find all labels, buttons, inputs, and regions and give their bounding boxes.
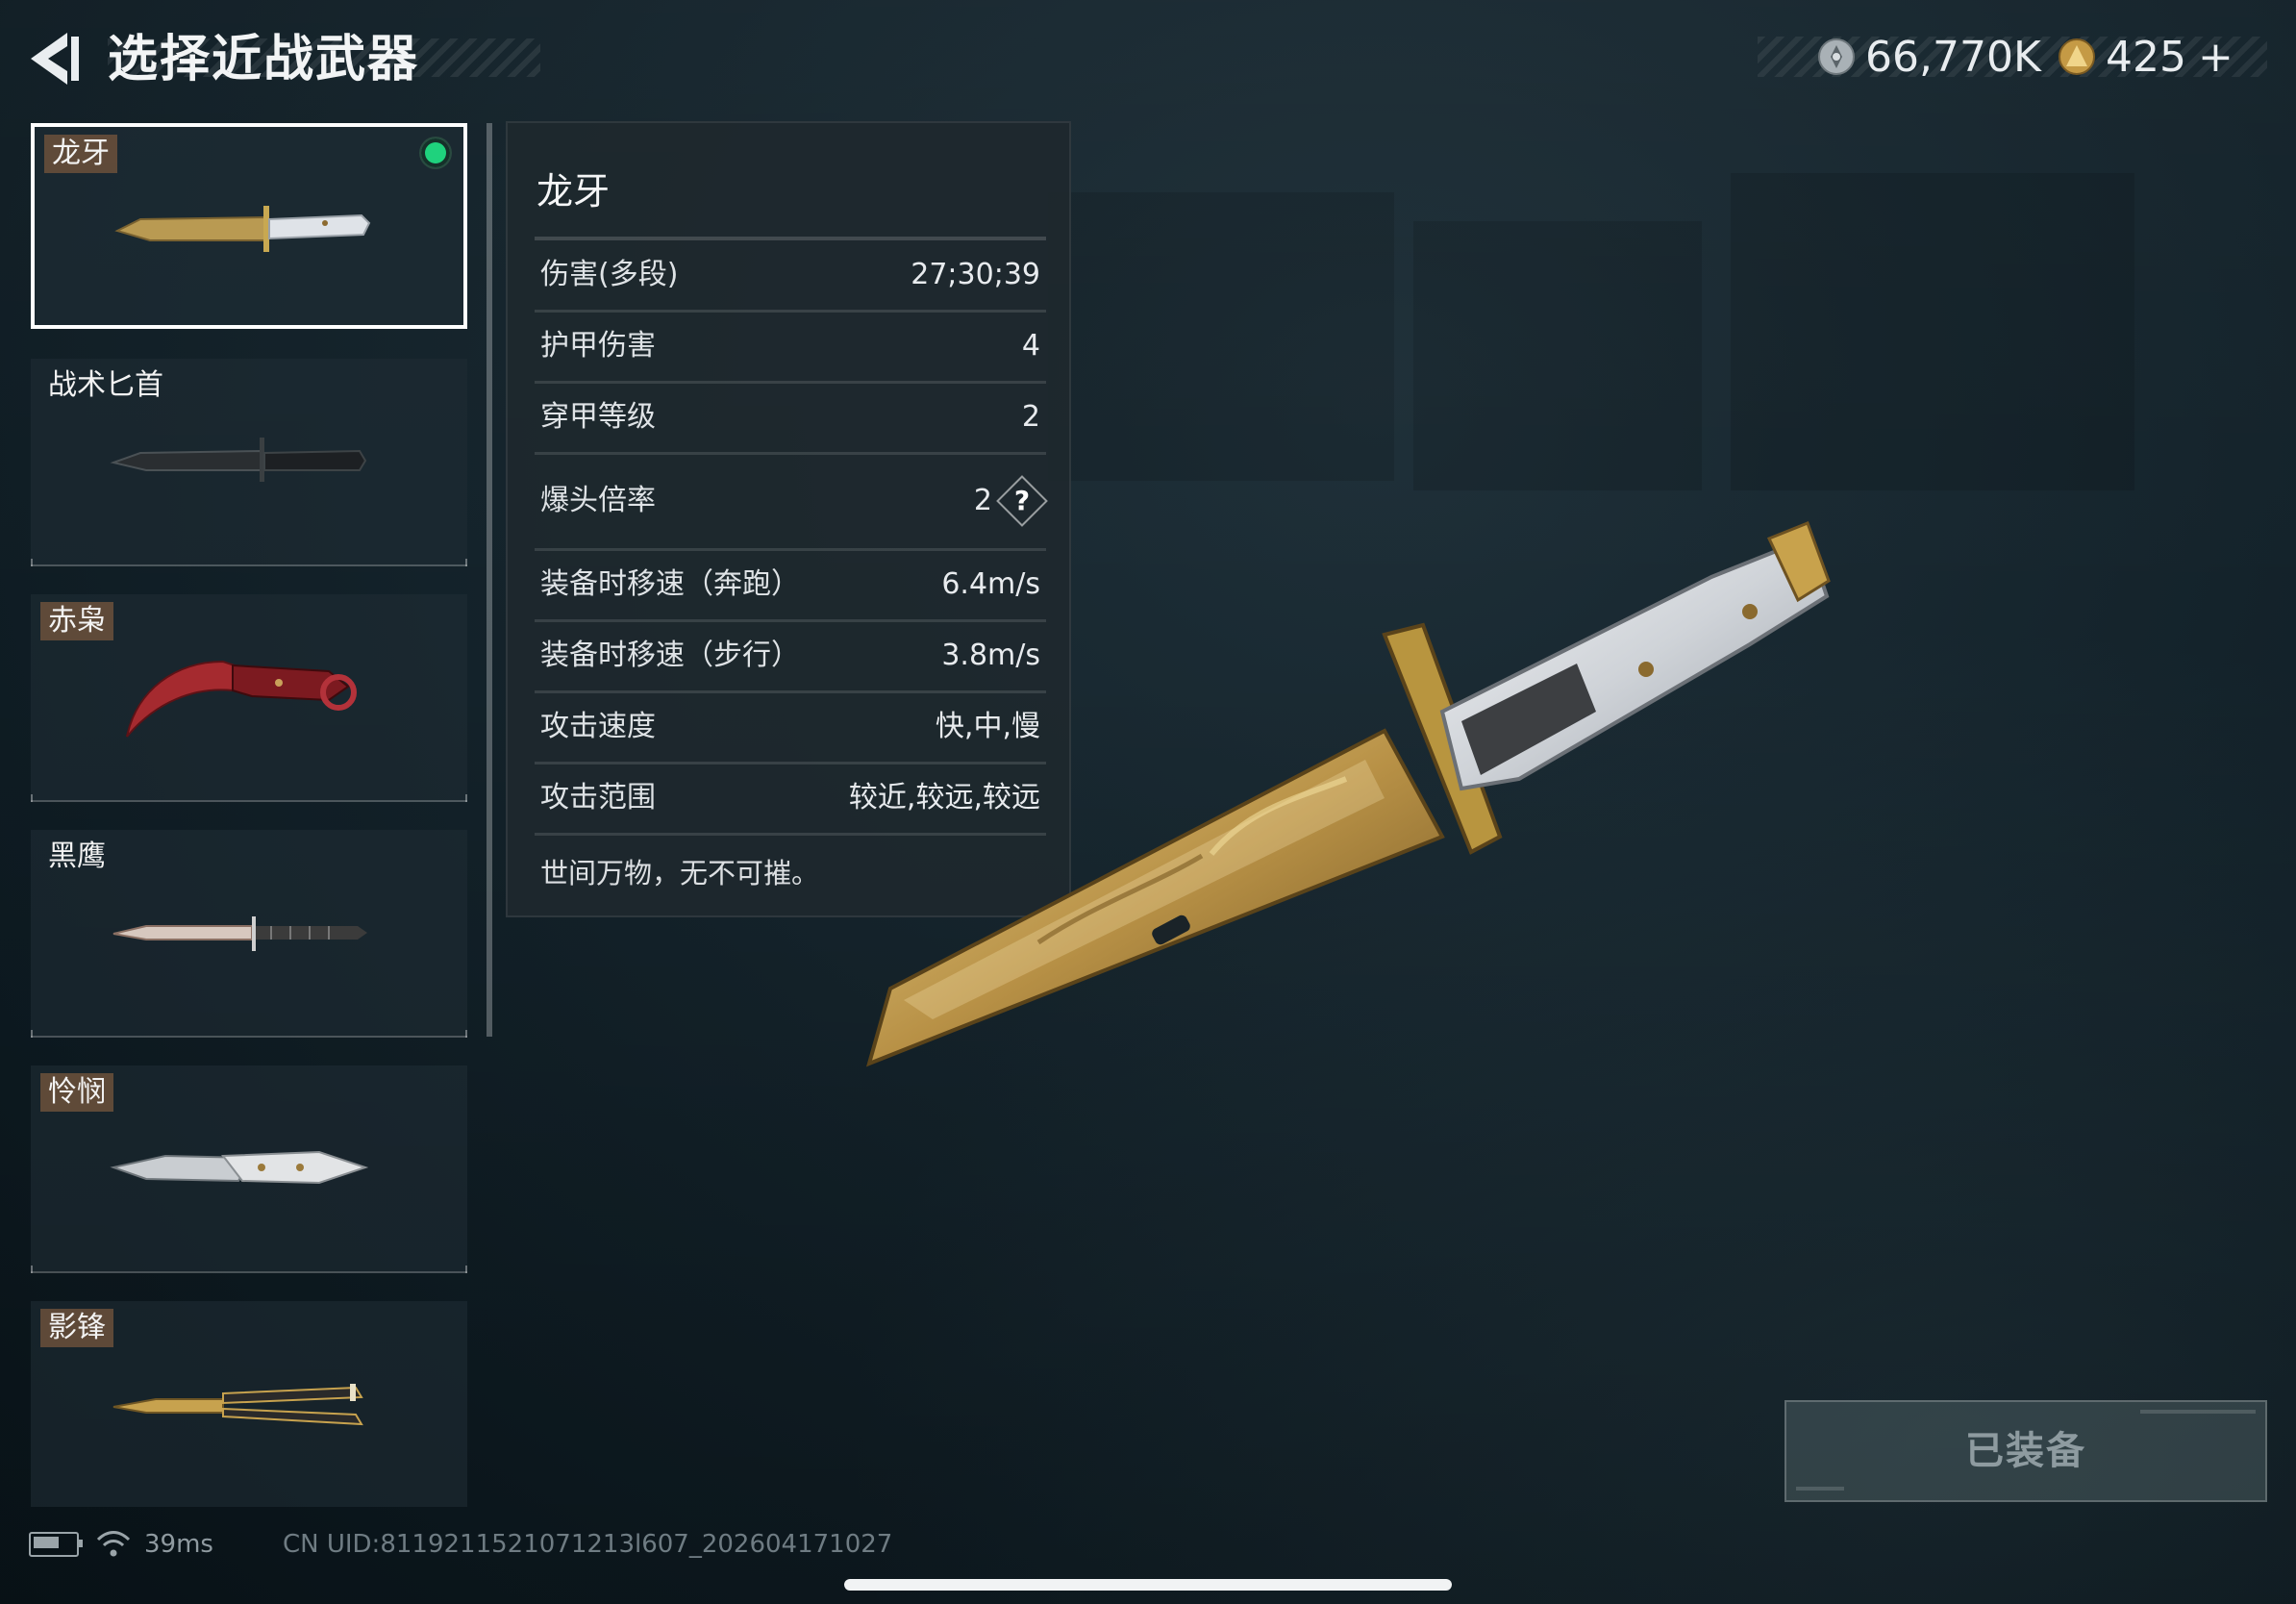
- weapon-card-black-hawk[interactable]: 黑鹰: [31, 830, 467, 1038]
- user-uid: CN UID:8119211521071213l607_202604171027: [282, 1530, 893, 1559]
- back-arrow-icon: [31, 33, 79, 85]
- weapon-card-dragon-fang[interactable]: 龙牙: [31, 123, 467, 329]
- top-bar: 选择近战武器 66,770K 425 +: [0, 0, 2296, 115]
- stat-label: 护甲伤害: [540, 329, 656, 363]
- stat-label: 伤害(多段): [540, 258, 679, 291]
- gold-currency[interactable]: 425 +: [2058, 29, 2234, 85]
- weapon-card-karambit[interactable]: 赤枭: [31, 594, 467, 802]
- gold-coin-icon: [2059, 38, 2095, 75]
- background-block: [1048, 192, 1394, 481]
- black-hawk-knife-icon: [112, 916, 367, 951]
- stat-label: 装备时移速（步行）: [540, 639, 800, 672]
- mercy-knife-icon: [110, 1150, 369, 1185]
- card-divider: [31, 559, 467, 566]
- weapon-name: 龙牙: [537, 170, 611, 213]
- stat-label: 穿甲等级: [540, 400, 656, 434]
- stat-label: 爆头倍率: [540, 484, 656, 517]
- home-indicator[interactable]: [844, 1579, 1452, 1591]
- weapon-card-shadow-edge[interactable]: 影锋: [31, 1301, 467, 1507]
- butterfly-knife-icon: [112, 1384, 363, 1426]
- stat-row-armor-damage: 护甲伤害 4: [535, 312, 1046, 384]
- weapon-list: 龙牙 战术匕首 赤枭 黑鹰 怜悯 影锋: [31, 123, 469, 1507]
- back-button[interactable]: [25, 29, 83, 88]
- card-divider: [31, 794, 467, 802]
- background-block: [1731, 173, 2134, 490]
- add-gold-button[interactable]: +: [2198, 33, 2234, 82]
- silver-currency[interactable]: 66,770K: [1817, 29, 2041, 85]
- help-icon-glyph: ?: [1013, 485, 1031, 516]
- page-title-wrap: 选择近战武器: [108, 29, 540, 90]
- stat-label: 攻击范围: [540, 781, 656, 815]
- weapon-card-mercy[interactable]: 怜悯: [31, 1065, 467, 1273]
- card-divider: [31, 1266, 467, 1273]
- battery-icon: [29, 1532, 83, 1557]
- card-divider: [31, 1030, 467, 1038]
- weapon-description: 世间万物，无不可摧。: [540, 857, 820, 890]
- status-footer: 39ms CN UID:8119211521071213l607_2026041…: [29, 1527, 892, 1562]
- weapon-card-label: 黑鹰: [48, 840, 106, 873]
- stat-row-damage: 伤害(多段) 27;30;39: [535, 240, 1046, 313]
- dragon-fang-knife-icon: [114, 206, 371, 252]
- equipped-indicator: [421, 138, 450, 167]
- background-block: [1413, 221, 1702, 490]
- weapon-preview-image[interactable]: [846, 519, 1865, 1077]
- stat-row-penetration: 穿甲等级 2: [535, 383, 1046, 455]
- tactical-dagger-icon: [110, 438, 367, 482]
- silver-amount: 66,770K: [1865, 32, 2041, 82]
- silver-coin-icon: [1818, 38, 1855, 75]
- stat-value: 4: [1021, 329, 1040, 363]
- wifi-icon: [96, 1531, 131, 1557]
- stat-value: 2: [1021, 400, 1040, 434]
- weapon-card-label: 赤枭: [40, 602, 113, 640]
- gold-amount: 425: [2106, 32, 2186, 82]
- karambit-icon: [126, 660, 357, 738]
- weapon-card-label: 战术匕首: [48, 368, 163, 402]
- equipped-button-label: 已装备: [1965, 1429, 2086, 1473]
- weapon-card-label: 龙牙: [44, 135, 117, 173]
- currency-bar: 66,770K 425 +: [1758, 29, 2267, 85]
- weapon-card-label: 影锋: [40, 1309, 113, 1347]
- weapon-card-tactical-dagger[interactable]: 战术匕首: [31, 359, 467, 566]
- stat-label: 攻击速度: [540, 710, 656, 743]
- stat-value: 27;30;39: [911, 258, 1040, 291]
- ping-value: 39ms: [144, 1530, 213, 1559]
- page-title: 选择近战武器: [108, 31, 420, 88]
- weapon-card-label: 怜悯: [40, 1073, 113, 1112]
- list-scrollbar[interactable]: [487, 123, 492, 1037]
- stat-label: 装备时移速（奔跑）: [540, 567, 800, 601]
- equipped-button[interactable]: 已装备: [1784, 1400, 2267, 1502]
